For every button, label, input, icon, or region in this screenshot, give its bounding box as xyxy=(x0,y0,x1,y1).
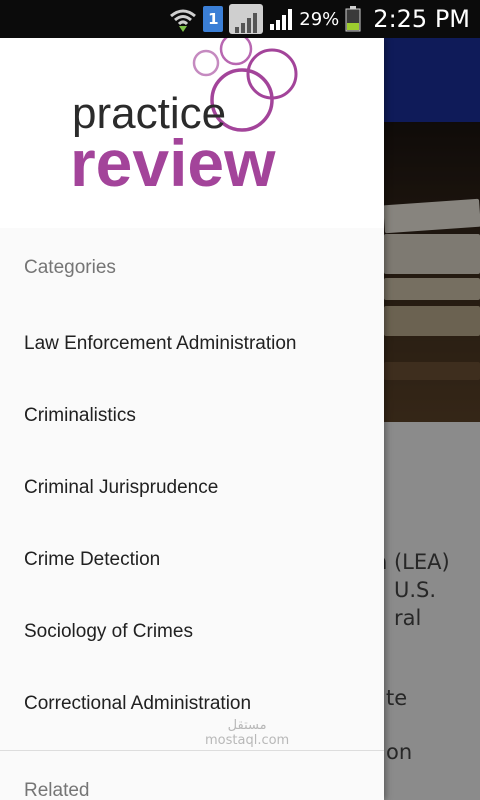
nav-item-law-enforcement-administration[interactable]: Law Enforcement Administration xyxy=(0,308,384,380)
nav-item-criminalistics[interactable]: Criminalistics xyxy=(0,380,384,452)
nav-item-sociology-of-crimes[interactable]: Sociology of Crimes xyxy=(0,596,384,668)
cell-signal-icon xyxy=(269,7,295,31)
battery-icon xyxy=(345,6,361,32)
status-bar: 1 29% 2:25 PM xyxy=(0,0,480,38)
drawer-header: practice review xyxy=(0,38,384,228)
watermark-arabic: مستقل xyxy=(227,718,267,733)
sim-slot-number: 1 xyxy=(203,6,224,32)
navigation-drawer: practice review Categories Law Enforceme… xyxy=(0,38,384,800)
watermark: مستقل mostaql.com xyxy=(205,718,289,748)
nav-item-crime-detection[interactable]: Crime Detection xyxy=(0,524,384,596)
nav-item-criminal-jurisprudence[interactable]: Criminal Jurisprudence xyxy=(0,452,384,524)
practice-review-logo: practice review xyxy=(70,38,298,200)
sim-icon: 1 xyxy=(203,6,224,32)
signal-box-icon xyxy=(229,4,264,34)
categories-header: Categories xyxy=(24,257,116,278)
clock-time: 2:25 PM xyxy=(373,5,470,33)
related-header: Related xyxy=(24,780,90,800)
battery-percent: 29% xyxy=(299,8,340,30)
nav-item-correctional-administration[interactable]: Correctional Administration xyxy=(0,668,384,740)
wifi-icon xyxy=(169,5,197,33)
logo-text-review: review xyxy=(70,126,276,200)
watermark-url: mostaql.com xyxy=(205,733,290,748)
